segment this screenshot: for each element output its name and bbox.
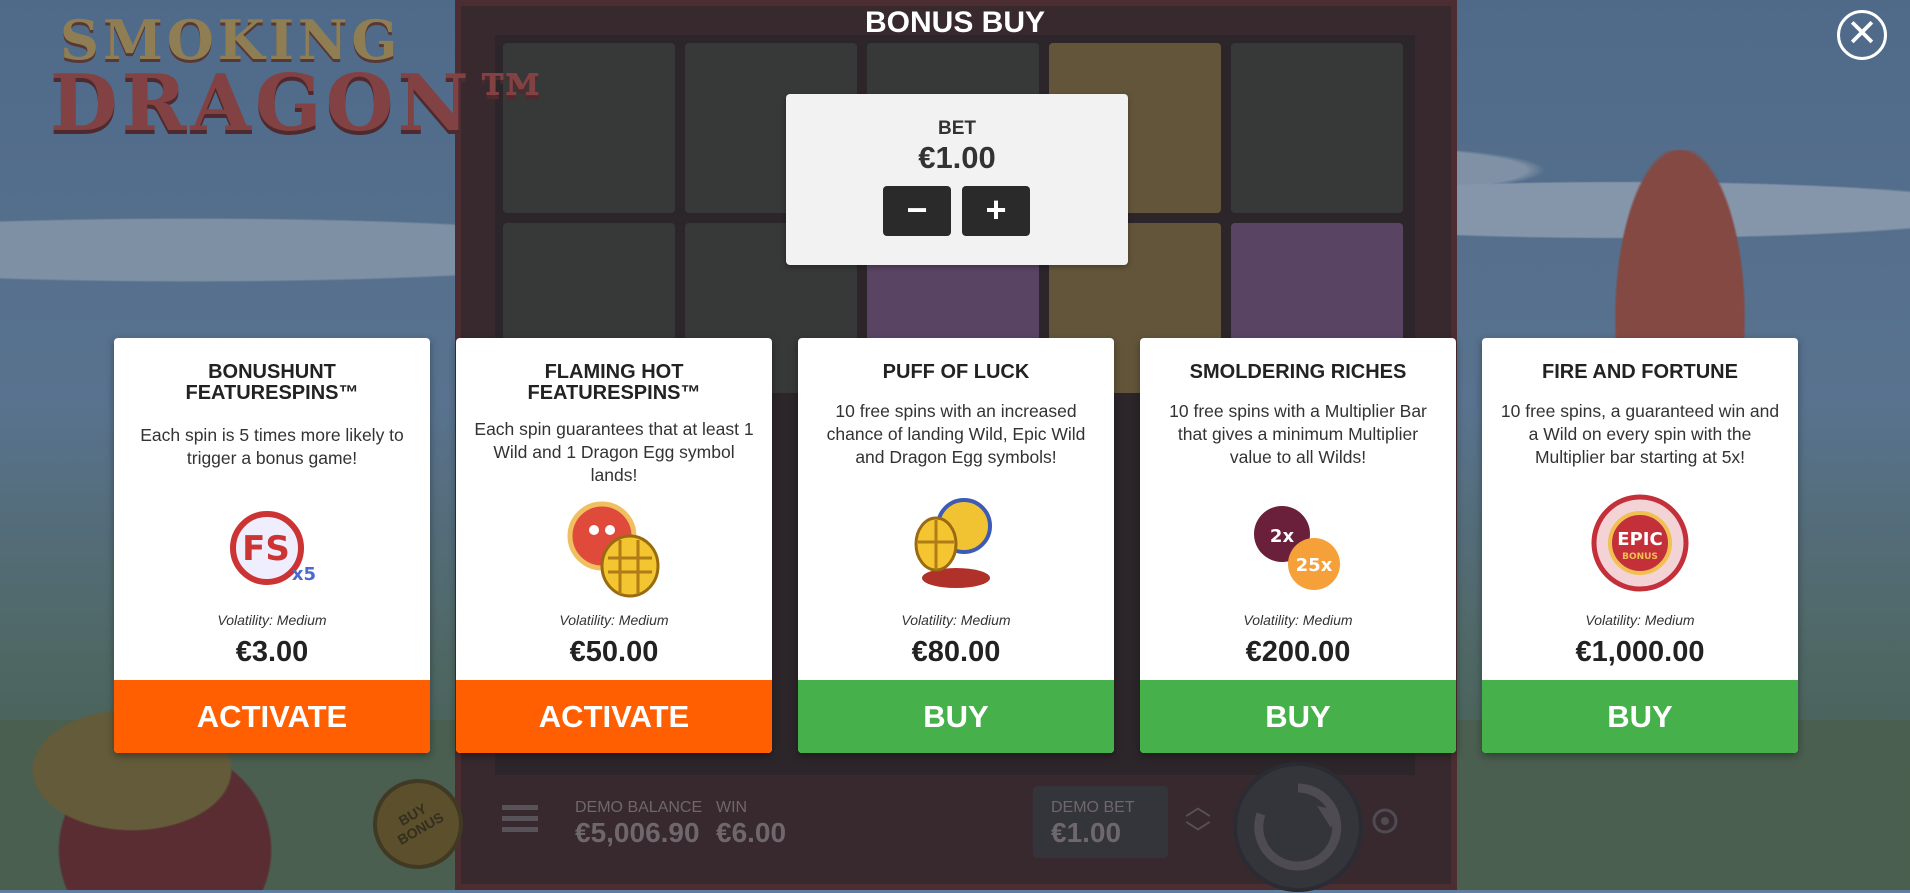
golden-dragon-icon <box>906 492 1006 592</box>
card-volatility: Volatility: Medium <box>1243 612 1353 628</box>
card-price: €50.00 <box>569 636 659 668</box>
close-icon: ✕ <box>1846 13 1878 55</box>
card-title: FLAMING HOT FEATURESPINS™ <box>527 361 701 404</box>
bonus-text: BONUS <box>1622 552 1658 562</box>
bonus-card-bonushunt: BONUSHUNT FEATURESPINS™ Each spin is 5 t… <box>114 338 430 753</box>
page-title: BONUS BUY <box>864 6 1045 39</box>
activate-button[interactable]: ACTIVATE <box>456 680 772 753</box>
card-title: BONUSHUNT FEATURESPINS™ <box>185 361 359 404</box>
multiplier-25x-text: 25x <box>1296 555 1333 576</box>
buy-button[interactable]: BUY <box>1140 680 1456 753</box>
activate-button[interactable]: ACTIVATE <box>114 680 430 753</box>
svg-text:x5: x5 <box>292 564 316 585</box>
close-button[interactable]: ✕ <box>1837 10 1887 60</box>
card-volatility: Volatility: Medium <box>217 612 327 628</box>
card-description: 10 free spins, a guaranteed win and a Wi… <box>1500 401 1780 467</box>
dragon-egg-icon <box>564 498 664 598</box>
bet-decrease-button[interactable]: − <box>883 186 951 236</box>
card-description: 10 free spins with a Multiplier Bar that… <box>1169 401 1427 467</box>
bet-panel: BET €1.00 − + <box>786 94 1128 265</box>
buy-button[interactable]: BUY <box>1482 680 1798 753</box>
card-title: FIRE AND FORTUNE <box>1542 361 1738 383</box>
bonus-card-fire-and-fortune: FIRE AND FORTUNE 10 free spins, a guaran… <box>1482 338 1798 753</box>
buy-button[interactable]: BUY <box>798 680 1114 753</box>
multiplier-2x-text: 2x <box>1270 526 1295 547</box>
plus-icon: + <box>985 189 1007 230</box>
card-title: PUFF OF LUCK <box>882 361 1030 383</box>
bet-value: €1.00 <box>918 140 996 175</box>
bet-label: BET <box>938 118 976 139</box>
card-volatility: Volatility: Medium <box>559 612 669 628</box>
bet-increase-button[interactable]: + <box>962 186 1030 236</box>
card-price: €200.00 <box>1245 636 1351 668</box>
card-price: €1,000.00 <box>1575 636 1705 668</box>
bonus-card-smoldering-riches: SMOLDERING RICHES 10 free spins with a M… <box>1140 338 1456 753</box>
card-price: €3.00 <box>235 636 309 668</box>
card-volatility: Volatility: Medium <box>901 612 1011 628</box>
minus-icon: − <box>906 189 928 230</box>
bonus-card-puff-of-luck: PUFF OF LUCK 10 free spins with an incre… <box>798 338 1114 753</box>
epic-text: EPIC <box>1617 529 1662 550</box>
card-description: Each spin guarantees that at least 1 Wil… <box>474 419 754 485</box>
epic-bonus-icon: EPIC BONUS <box>1590 493 1690 593</box>
card-volatility: Volatility: Medium <box>1585 612 1695 628</box>
fs-x5-icon: FS x5 <box>222 500 322 600</box>
svg-text:FS: FS <box>242 529 290 569</box>
multiplier-icon: 2x 25x <box>1248 498 1348 598</box>
card-price: €80.00 <box>911 636 1001 668</box>
bonus-card-flaming-hot: FLAMING HOT FEATURESPINS™ Each spin guar… <box>456 338 772 753</box>
card-title: SMOLDERING RICHES <box>1189 361 1407 383</box>
card-description: 10 free spins with an increased chance o… <box>826 401 1086 467</box>
card-description: Each spin is 5 times more likely to trig… <box>140 425 404 468</box>
